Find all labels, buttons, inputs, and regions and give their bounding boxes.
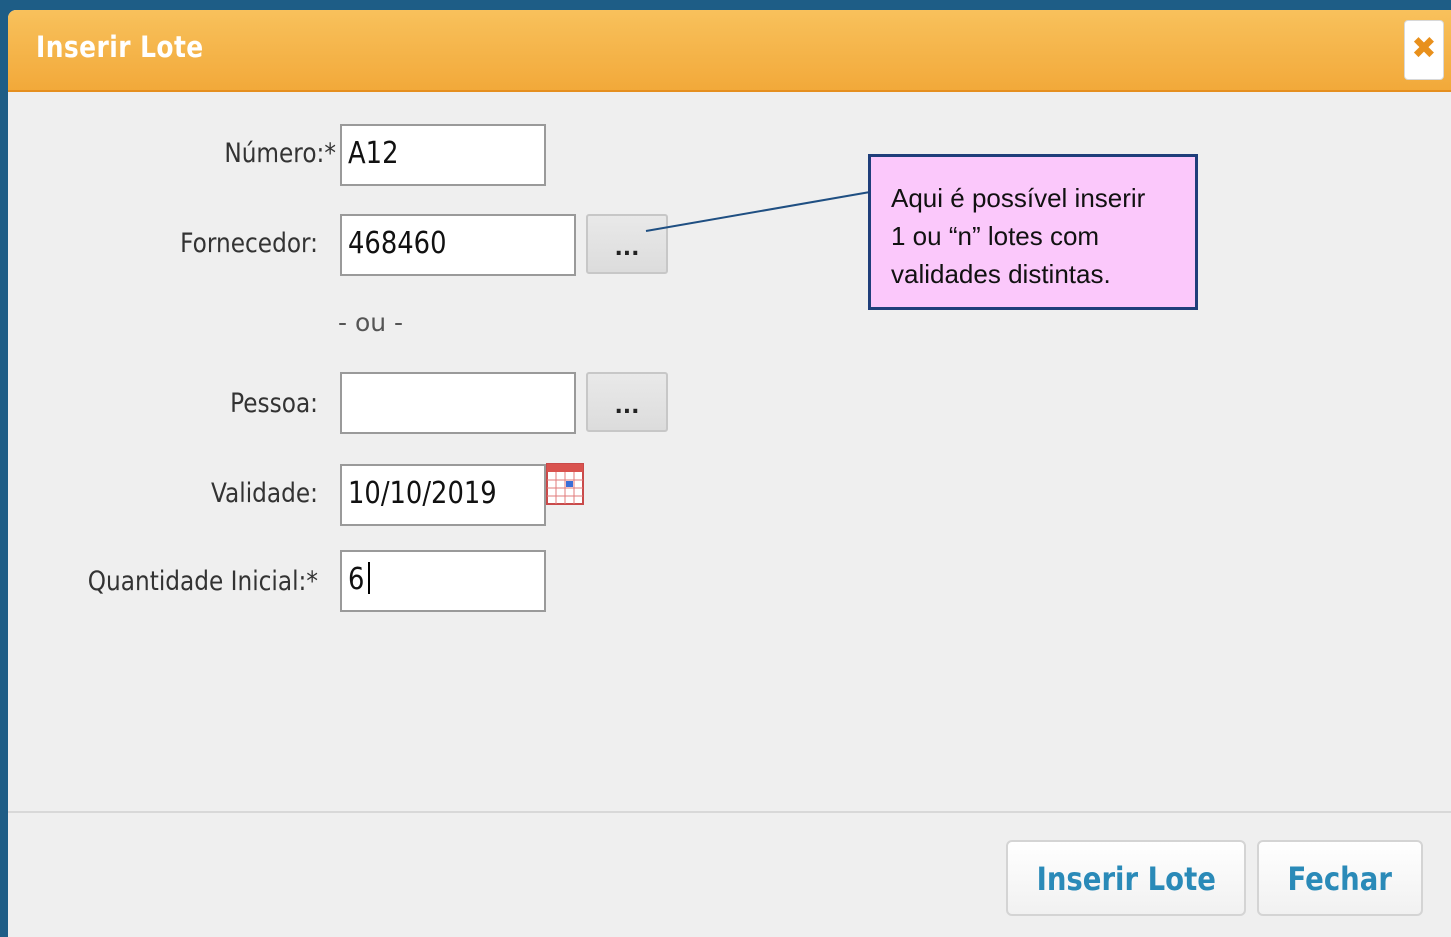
callout-line-1: Aqui é possível inserir xyxy=(891,183,1146,213)
quantidade-input[interactable]: 6 xyxy=(340,550,546,612)
fornecedor-label: Fornecedor: xyxy=(180,228,318,259)
fornecedor-value: 468460 xyxy=(348,226,447,261)
dialog-titlebar: Inserir Lote ✖ xyxy=(8,10,1451,92)
pessoa-label: Pessoa: xyxy=(230,388,318,419)
dialog-title: Inserir Lote xyxy=(36,30,204,64)
close-dialog-button[interactable]: Fechar xyxy=(1257,840,1423,916)
close-icon: ✖ xyxy=(1411,31,1437,66)
footer-divider xyxy=(8,811,1451,813)
callout-line-3: validades distintas. xyxy=(891,259,1111,289)
pessoa-input[interactable] xyxy=(340,372,576,434)
close-dialog-button-label: Fechar xyxy=(1287,860,1393,898)
close-button[interactable]: ✖ xyxy=(1404,20,1444,80)
quantidade-label: Quantidade Inicial:* xyxy=(87,566,318,597)
validade-label: Validade: xyxy=(210,478,318,509)
text-caret xyxy=(368,562,371,594)
insert-lot-button[interactable]: Inserir Lote xyxy=(1006,840,1246,916)
validade-value: 10/10/2019 xyxy=(348,476,497,511)
annotation-callout: Aqui é possível inserir 1 ou “n” lotes c… xyxy=(868,154,1198,310)
fornecedor-lookup-button[interactable]: ... xyxy=(586,214,668,274)
quantidade-value: 6 xyxy=(348,562,365,597)
numero-input[interactable]: A12 xyxy=(340,124,546,186)
calendar-icon[interactable] xyxy=(546,462,584,506)
callout-line-2: 1 ou “n” lotes com xyxy=(891,221,1100,251)
validade-input[interactable]: 10/10/2019 xyxy=(340,464,546,526)
insert-lot-button-label: Inserir Lote xyxy=(1036,860,1216,898)
numero-value: A12 xyxy=(348,136,399,171)
insert-lot-dialog: Inserir Lote ✖ Número:* A12 Fornecedor: … xyxy=(8,10,1451,937)
pessoa-lookup-button[interactable]: ... xyxy=(586,372,668,432)
numero-label: Número:* xyxy=(224,138,336,169)
or-separator-text: - ou - xyxy=(338,308,404,337)
fornecedor-input[interactable]: 468460 xyxy=(340,214,576,276)
